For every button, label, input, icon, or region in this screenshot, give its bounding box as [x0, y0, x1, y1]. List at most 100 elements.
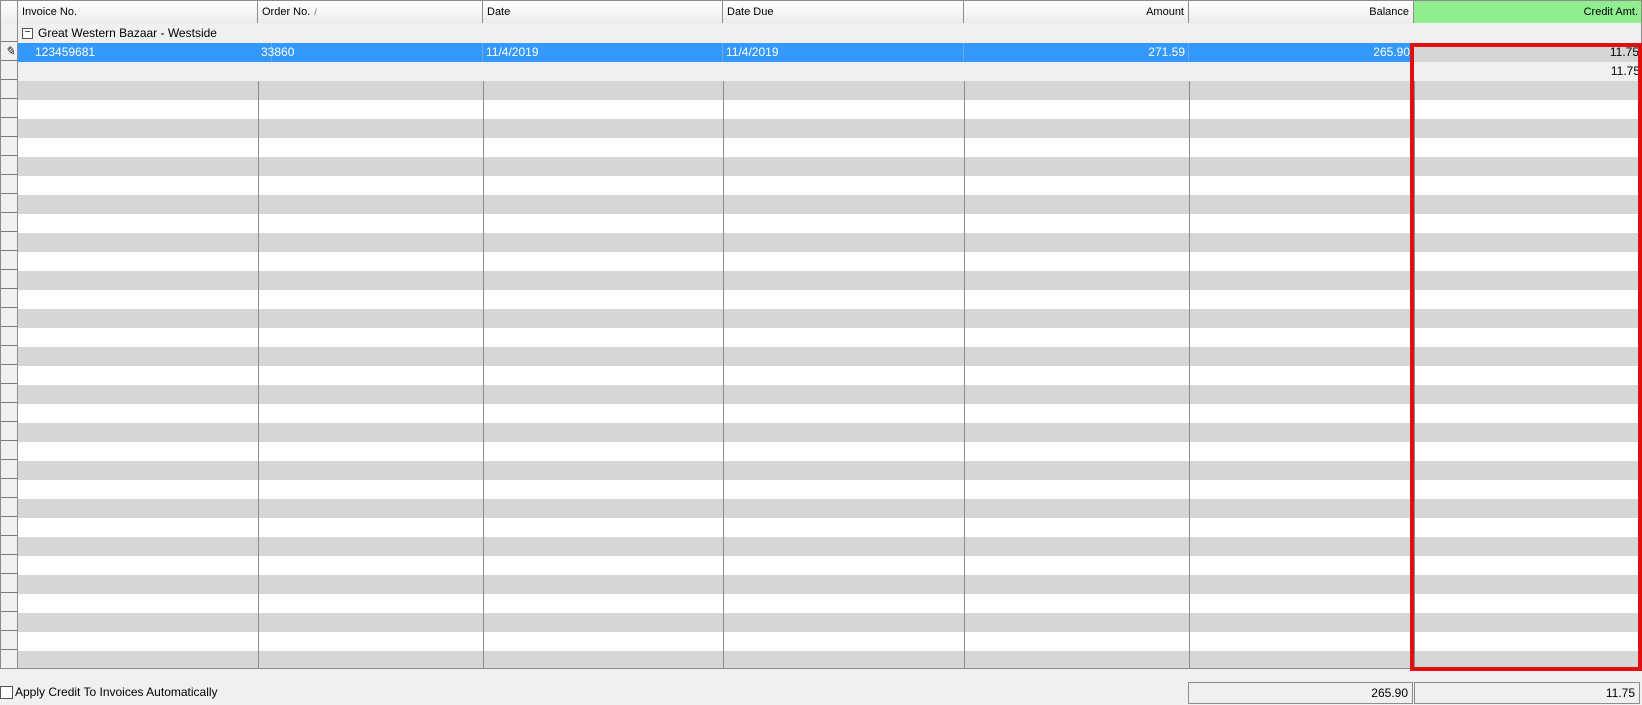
apply-credit-checkbox-wrap[interactable]: Apply Credit To Invoices Automatically	[0, 685, 218, 699]
column-divider	[1414, 252, 1415, 271]
column-divider	[964, 81, 965, 100]
row-selector[interactable]	[1, 346, 17, 365]
row-selector[interactable]	[1, 194, 17, 213]
cell-amount[interactable]: 271.59	[964, 43, 1189, 62]
row-selector[interactable]	[1, 232, 17, 251]
column-header-label: Date	[487, 6, 511, 18]
row-selector[interactable]	[1, 23, 17, 42]
column-divider	[1189, 366, 1190, 385]
column-divider	[1414, 271, 1415, 290]
column-divider	[483, 499, 484, 518]
column-divider	[964, 119, 965, 138]
group-total-credit-amt: 11.75	[1610, 64, 1640, 78]
row-selector[interactable]	[1, 574, 17, 593]
row-selector[interactable]	[1, 365, 17, 384]
column-header-label: Amount	[1146, 6, 1184, 18]
row-selector[interactable]	[1, 593, 17, 612]
row-selector[interactable]	[1, 61, 17, 80]
cell-credit-amt[interactable]: 11.75	[1414, 43, 1641, 62]
row-selector[interactable]	[1, 479, 17, 498]
column-divider	[964, 138, 965, 157]
row-selector[interactable]	[1, 384, 17, 403]
column-divider	[964, 328, 965, 347]
column-divider	[723, 271, 724, 290]
row-selector[interactable]	[1, 99, 17, 118]
column-divider	[723, 499, 724, 518]
row-selector[interactable]	[1, 327, 17, 346]
row-selector[interactable]	[1, 213, 17, 232]
column-divider	[1414, 480, 1415, 499]
column-divider	[483, 537, 484, 556]
column-header-date[interactable]: Date	[483, 1, 723, 23]
column-header-invoice-no[interactable]: Invoice No.	[18, 1, 258, 23]
column-divider	[1414, 423, 1415, 442]
row-selector[interactable]	[1, 251, 17, 270]
cell-order-no[interactable]: 33860	[258, 43, 483, 62]
empty-table-row	[18, 271, 1641, 290]
column-divider	[483, 252, 484, 271]
group-row[interactable]: − Great Western Bazaar - Westside	[18, 24, 1641, 43]
table-row[interactable]: 123459681 33860 11/4/2019 11/4/2019 271.…	[18, 43, 1641, 62]
column-divider	[258, 309, 259, 328]
row-selector[interactable]	[1, 612, 17, 631]
column-divider	[258, 613, 259, 632]
column-divider	[258, 404, 259, 423]
column-divider	[483, 309, 484, 328]
column-divider	[964, 537, 965, 556]
column-divider	[258, 499, 259, 518]
row-selector[interactable]	[1, 156, 17, 175]
column-divider	[258, 252, 259, 271]
column-divider	[964, 233, 965, 252]
row-selector[interactable]	[1, 289, 17, 308]
cell-invoice-no[interactable]: 123459681	[32, 43, 272, 62]
column-header-date-due[interactable]: Date Due	[723, 1, 964, 23]
column-divider	[723, 138, 724, 157]
column-header-order-no[interactable]: Order No. /	[258, 1, 483, 23]
column-divider	[964, 100, 965, 119]
row-selector[interactable]	[1, 441, 17, 460]
column-divider	[1189, 195, 1190, 214]
row-selector[interactable]	[1, 650, 17, 668]
column-divider	[1414, 556, 1415, 575]
cell-date-due[interactable]: 11/4/2019	[723, 43, 964, 62]
row-selector[interactable]	[1, 460, 17, 479]
row-selector[interactable]	[1, 631, 17, 650]
empty-table-row	[18, 366, 1641, 385]
row-selector[interactable]	[1, 498, 17, 517]
column-divider	[723, 518, 724, 537]
empty-table-row	[18, 233, 1641, 252]
column-divider	[483, 100, 484, 119]
row-selector[interactable]	[1, 517, 17, 536]
row-selector[interactable]	[1, 270, 17, 289]
empty-table-row	[18, 214, 1641, 233]
column-header-balance[interactable]: Balance	[1189, 1, 1414, 23]
column-divider	[1189, 328, 1190, 347]
column-divider	[723, 556, 724, 575]
row-selector[interactable]	[1, 118, 17, 137]
row-selector[interactable]	[1, 80, 17, 99]
row-selector[interactable]	[1, 308, 17, 327]
cell-date[interactable]: 11/4/2019	[483, 43, 723, 62]
row-selector[interactable]: ✎	[1, 42, 17, 61]
row-selector[interactable]	[1, 422, 17, 441]
column-divider	[723, 290, 724, 309]
row-selector[interactable]	[1, 137, 17, 156]
column-header-amount[interactable]: Amount	[964, 1, 1189, 23]
collapse-group-icon[interactable]: −	[22, 28, 33, 39]
cell-balance[interactable]: 265.90	[1189, 43, 1414, 62]
column-divider	[258, 347, 259, 366]
row-selector[interactable]	[1, 175, 17, 194]
column-header-label: Credit Amt.	[1583, 6, 1638, 18]
column-divider	[483, 214, 484, 233]
empty-table-row	[18, 613, 1641, 632]
apply-credit-checkbox[interactable]	[0, 685, 13, 699]
column-divider	[723, 366, 724, 385]
column-divider	[1414, 651, 1415, 668]
column-divider	[1414, 347, 1415, 366]
empty-table-row	[18, 81, 1641, 100]
column-header-credit-amt[interactable]: Credit Amt.	[1414, 1, 1641, 23]
row-selector[interactable]	[1, 403, 17, 422]
row-selector[interactable]	[1, 536, 17, 555]
row-selector[interactable]	[1, 555, 17, 574]
column-divider	[1189, 385, 1190, 404]
